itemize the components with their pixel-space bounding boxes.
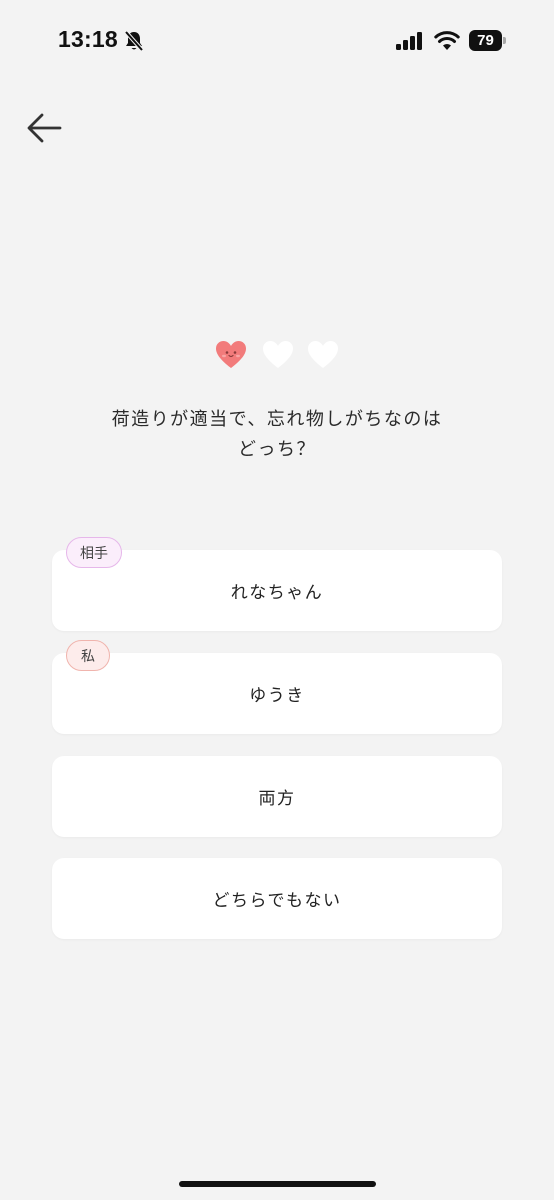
question-line-1: 荷造りが適当で、忘れ物しがちなのは [111,409,443,430]
bell-slash-icon [124,30,144,52]
answer-option-yuki[interactable]: ゆうき [52,653,502,734]
wifi-icon [434,31,460,50]
answer-option-both[interactable]: 両方 [52,756,502,837]
answer-option-rena[interactable]: れなちゃん [52,550,502,631]
heart-filled-icon [216,341,246,368]
arrow-left-icon [27,113,62,143]
back-button[interactable] [22,108,68,148]
cellular-signal-icon [396,32,422,50]
status-time: 13:18 [58,26,118,52]
heart-empty-icon [308,341,338,368]
answer-option-label: ゆうき [249,686,305,706]
question-text: 荷造りが適当で、忘れ物しがちなのは どっち？ [60,405,494,465]
home-indicator[interactable] [179,1181,376,1187]
question-line-2: どっち？ [238,439,316,460]
answer-option-neither[interactable]: どちらでもない [52,858,502,939]
battery-level: 79 [469,30,502,51]
status-bar: 13:18 79 [0,0,554,84]
me-badge: 私 [66,640,110,671]
battery-nub [503,37,506,44]
question-progress [214,338,342,372]
battery-icon: 79 [469,30,507,51]
heart-empty-icon [263,341,293,368]
answer-option-label: れなちゃん [230,583,324,603]
answer-option-label: 両方 [258,789,296,809]
answer-option-label: どちらでもない [212,891,342,911]
partner-badge: 相手 [66,537,122,568]
